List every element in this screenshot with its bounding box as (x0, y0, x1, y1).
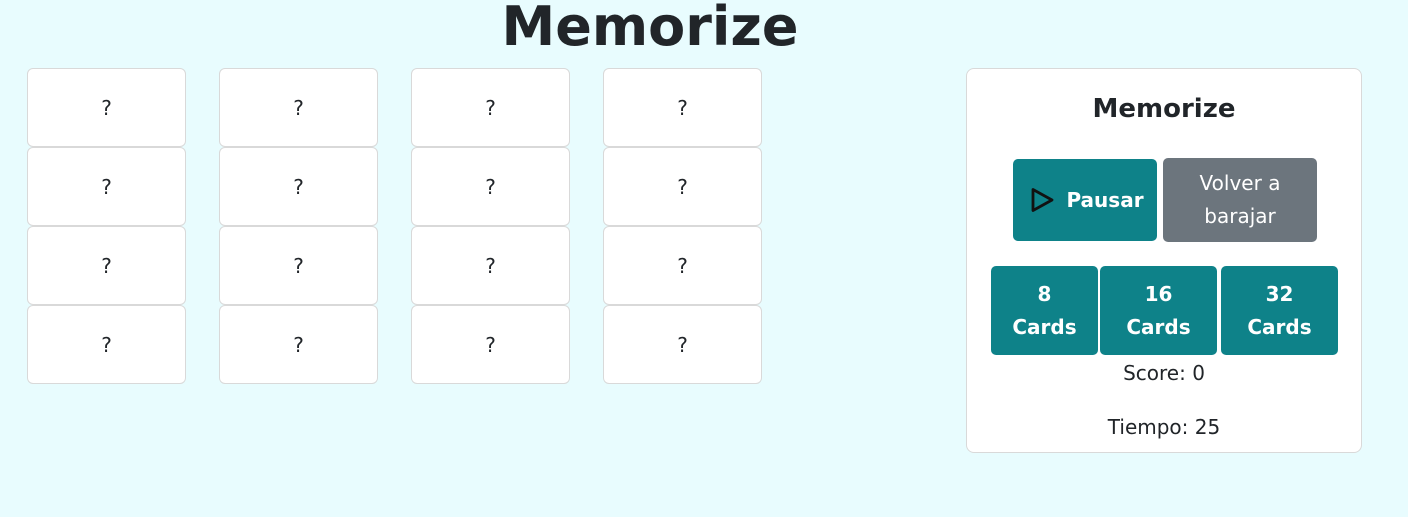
memory-card[interactable]: ? (27, 305, 186, 384)
memory-card[interactable]: ? (603, 68, 762, 147)
score-text: Score: 0 (1123, 361, 1205, 385)
deck-32-cards-button[interactable]: 32 Cards (1221, 266, 1338, 355)
page-title: Memorize (501, 0, 799, 58)
memory-card[interactable]: ? (219, 68, 378, 147)
play-icon (1032, 188, 1054, 212)
deck-count: 32 (1265, 281, 1294, 306)
memory-card[interactable]: ? (27, 68, 186, 147)
memory-card[interactable]: ? (219, 226, 378, 305)
panel-title: Memorize (1092, 94, 1236, 124)
memory-card[interactable]: ? (603, 147, 762, 226)
shuffle-button[interactable]: Volver a barajar (1163, 158, 1317, 242)
memory-card[interactable]: ? (411, 68, 570, 147)
memory-card[interactable]: ? (219, 147, 378, 226)
memory-card[interactable]: ? (603, 226, 762, 305)
timer-text: Tiempo: 25 (1107, 415, 1221, 439)
deck-count: 8 (1037, 281, 1052, 306)
control-panel: Memorize Pausar Volver a barajar 8 Cards… (966, 68, 1362, 453)
pause-button[interactable]: Pausar (1013, 159, 1157, 241)
memory-card[interactable]: ? (27, 147, 186, 226)
memory-card[interactable]: ? (603, 305, 762, 384)
memory-card[interactable]: ? (411, 147, 570, 226)
deck-count: 16 (1144, 281, 1173, 306)
deck-unit: Cards (1126, 314, 1191, 339)
pause-button-label: Pausar (1066, 188, 1144, 212)
deck-16-cards-button[interactable]: 16 Cards (1100, 266, 1217, 355)
memory-card[interactable]: ? (411, 226, 570, 305)
card-grid: ? ? ? ? ? ? ? ? ? ? ? ? ? ? ? ? (27, 68, 767, 384)
memory-card[interactable]: ? (219, 305, 378, 384)
deck-unit: Cards (1012, 314, 1077, 339)
deck-8-cards-button[interactable]: 8 Cards (991, 266, 1098, 355)
memory-card[interactable]: ? (27, 226, 186, 305)
deck-unit: Cards (1247, 314, 1312, 339)
memory-card[interactable]: ? (411, 305, 570, 384)
